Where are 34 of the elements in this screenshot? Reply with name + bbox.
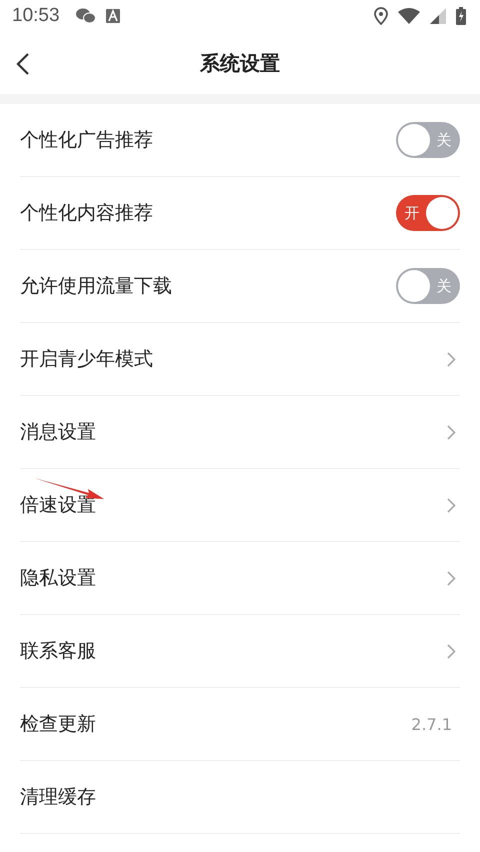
settings-row[interactable]: 开启青少年模式 (20, 323, 460, 396)
status-time: 10:53 (12, 5, 60, 27)
setting-label: 消息设置 (20, 420, 97, 445)
back-icon (16, 53, 30, 75)
settings-row[interactable]: 清理缓存 (20, 761, 460, 834)
location-icon (374, 7, 388, 25)
chevron-right-icon (447, 352, 456, 366)
chat-icon (76, 8, 96, 24)
setting-label: 联系客服 (20, 639, 97, 664)
setting-label: 清理缓存 (20, 785, 97, 810)
setting-label: 个性化内容推荐 (20, 201, 154, 226)
settings-row[interactable]: 隐私设置 (20, 542, 460, 615)
battery-icon (456, 7, 466, 25)
settings-row[interactable]: 个性化内容推荐 开 (20, 177, 460, 250)
setting-label: 隐私设置 (20, 566, 97, 591)
page-title: 系统设置 (200, 50, 280, 76)
settings-row[interactable]: 个性化广告推荐 关 (20, 104, 460, 177)
chevron-right-icon (447, 644, 456, 658)
settings-row[interactable]: 检查更新 2.7.1 (20, 688, 460, 761)
signal-icon (430, 8, 446, 24)
setting-label: 个性化广告推荐 (20, 128, 154, 153)
chevron-right-icon (447, 570, 456, 586)
wifi-icon (398, 8, 420, 24)
settings-row[interactable]: 允许使用流量下载 关 (20, 250, 460, 323)
setting-label: 允许使用流量下载 (20, 274, 173, 299)
setting-label: 检查更新 (20, 712, 97, 737)
settings-row[interactable]: 联系客服 (20, 615, 460, 688)
keyboard-icon (106, 9, 120, 23)
toggle-switch[interactable]: 开 (396, 195, 460, 231)
setting-value: 2.7.1 (411, 714, 452, 734)
chevron-right-icon (447, 424, 456, 440)
settings-row[interactable]: 消息设置 (20, 396, 460, 469)
chevron-right-icon (447, 498, 456, 512)
setting-label: 开启青少年模式 (20, 347, 154, 372)
